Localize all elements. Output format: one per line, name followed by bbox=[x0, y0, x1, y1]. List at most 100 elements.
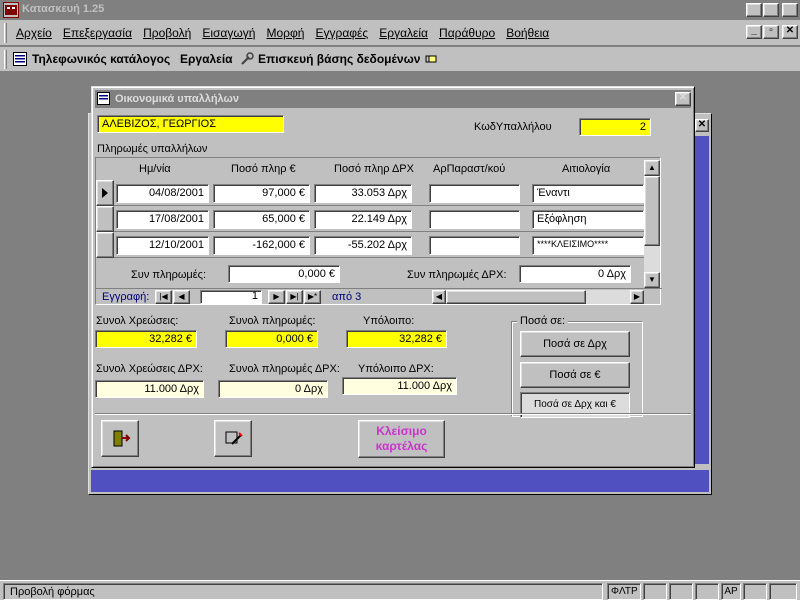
balance-drx-field[interactable]: 11.000 Δρχ bbox=[342, 377, 457, 395]
payment-date[interactable]: 04/08/2001 bbox=[116, 184, 209, 203]
payment-eur[interactable]: -162,000 € bbox=[213, 236, 310, 255]
scroll-right-button[interactable]: ▶ bbox=[630, 290, 644, 304]
scroll-down-button[interactable]: ▼ bbox=[644, 272, 660, 288]
payment-reason[interactable]: ****ΚΛΕΙΣΙΜΟ**** bbox=[532, 236, 644, 255]
menu-records[interactable]: Εγγραφές bbox=[311, 26, 372, 40]
total-payments-drx-field[interactable]: 0 Δρχ bbox=[218, 380, 328, 398]
close-card-line-1: Κλείσιμο bbox=[376, 424, 427, 438]
background-form-close-button[interactable]: ✕ bbox=[695, 119, 709, 132]
payment-drx[interactable]: -55.202 Δρχ bbox=[314, 236, 412, 255]
payment-reason[interactable]: Εξόφληση bbox=[532, 210, 644, 229]
total-payments-drx-label: Συνολ πληρωμές ΔΡΧ: bbox=[229, 363, 340, 375]
table-row[interactable]: 17/08/2001 65,000 € 22.149 Δρχ Εξόφληση bbox=[96, 206, 644, 232]
toolbar-repair-db[interactable]: Επισκευή βάσης δεδομένων bbox=[258, 52, 420, 66]
total-payments-field[interactable]: 0,000 € bbox=[225, 330, 318, 348]
close-card-button[interactable]: Κλείσιμο καρτέλας bbox=[358, 420, 445, 458]
form-close-button[interactable]: ✕ bbox=[675, 92, 691, 106]
form-title-bar: Οικονομικά υπαλλήλων ✕ bbox=[95, 90, 691, 108]
payment-doc-number[interactable] bbox=[429, 184, 520, 203]
status-caps: ΑΡ bbox=[721, 583, 741, 600]
record-number-field[interactable]: 1 bbox=[200, 290, 262, 304]
app-restore-button[interactable]: ▫ bbox=[763, 3, 779, 17]
record-of-count: από 3 bbox=[332, 291, 362, 303]
total-charges-drx-field[interactable]: 11.000 Δρχ bbox=[95, 380, 204, 398]
menu-insert[interactable]: Εισαγωγή bbox=[198, 26, 259, 40]
status-panel-empty-5 bbox=[769, 583, 797, 600]
payment-date[interactable]: 12/10/2001 bbox=[116, 236, 209, 255]
record-navigation: Εγγραφή: |◀ ◀ 1 ▶ ▶| ▶* από 3 ◀ ▶ bbox=[96, 288, 662, 304]
app-close-button[interactable]: ✕ bbox=[782, 3, 798, 17]
record-selector[interactable] bbox=[96, 232, 114, 258]
app-icon[interactable] bbox=[3, 2, 19, 18]
menu-view[interactable]: Προβολή bbox=[139, 26, 195, 40]
app-minimize-button[interactable]: _ bbox=[746, 3, 762, 17]
sum-payments-field[interactable]: 0,000 € bbox=[228, 265, 340, 283]
payment-doc-number[interactable] bbox=[429, 210, 520, 229]
toolbar-tools[interactable]: Εργαλεία bbox=[180, 52, 233, 66]
eraser-icon[interactable] bbox=[425, 53, 437, 68]
edit-record-button[interactable] bbox=[214, 420, 252, 457]
total-charges-drx-label: Συνολ Χρεώσεις ΔΡΧ: bbox=[96, 363, 203, 375]
menu-window[interactable]: Παράθυρο bbox=[435, 26, 499, 40]
next-record-button[interactable]: ▶ bbox=[268, 290, 285, 304]
toolbar: Τηλεφωνικός κατάλογος Εργαλεία Επισκευή … bbox=[0, 47, 800, 72]
total-payments-label: Συνολ πληρωμές: bbox=[229, 315, 316, 327]
toolbar-phonebook[interactable]: Τηλεφωνικός κατάλογος bbox=[32, 52, 170, 66]
payment-drx[interactable]: 22.149 Δρχ bbox=[314, 210, 412, 229]
total-charges-label: Συνολ Χρεώσεις: bbox=[96, 315, 179, 327]
doc-minimize-button[interactable]: _ bbox=[746, 25, 762, 39]
form-icon bbox=[13, 52, 27, 69]
subform-vertical-scrollbar[interactable]: ▲ ▼ bbox=[644, 160, 660, 288]
form-window: Οικονομικά υπαλλήλων ✕ ΑΛΕΒΙΖΟΣ, ΓΕΩΡΓΙΟ… bbox=[91, 86, 695, 468]
menu-edit[interactable]: Επεξεργασία bbox=[59, 26, 136, 40]
first-record-button[interactable]: |◀ bbox=[155, 290, 172, 304]
amounts-drx-button[interactable]: Ποσά σε Δρχ bbox=[520, 331, 630, 357]
payment-doc-number[interactable] bbox=[429, 236, 520, 255]
balance-drx-label: Υπόλοιπο ΔΡΧ: bbox=[358, 363, 434, 375]
menu-tools[interactable]: Εργαλεία bbox=[375, 26, 432, 40]
doc-restore-button[interactable]: ▫ bbox=[763, 25, 779, 39]
amounts-eur-button[interactable]: Ποσά σε € bbox=[520, 362, 630, 388]
new-record-button[interactable]: ▶* bbox=[304, 290, 321, 304]
employee-id-field[interactable]: 2 bbox=[579, 118, 651, 136]
status-panel-empty-1 bbox=[643, 583, 667, 600]
col-header-eur: Ποσό πληρ € bbox=[231, 163, 296, 175]
exit-button[interactable] bbox=[101, 420, 139, 457]
total-charges-field[interactable]: 32,282 € bbox=[95, 330, 197, 348]
record-selector[interactable] bbox=[96, 180, 114, 206]
table-row[interactable]: 12/10/2001 -162,000 € -55.202 Δρχ ****ΚΛ… bbox=[96, 232, 644, 258]
menu-help[interactable]: Βοήθεια bbox=[502, 26, 553, 40]
scroll-left-button[interactable]: ◀ bbox=[432, 290, 446, 304]
record-selector[interactable] bbox=[96, 206, 114, 232]
edit-pencil-icon bbox=[224, 429, 244, 452]
sum-payments-label: Συν πληρωμές: bbox=[131, 269, 207, 281]
status-panel-empty-4 bbox=[743, 583, 767, 600]
prev-record-button[interactable]: ◀ bbox=[173, 290, 190, 304]
col-header-date: Ημ/νία bbox=[139, 163, 171, 175]
subform-horizontal-scrollbar[interactable]: ◀ ▶ bbox=[432, 290, 644, 304]
status-panel-empty-2 bbox=[669, 583, 693, 600]
menu-format[interactable]: Μορφή bbox=[262, 26, 308, 40]
payments-subform: Ημ/νία Ποσό πληρ € Ποσό πληρ ΔΡΧ ΑρΠαρασ… bbox=[95, 157, 662, 305]
payment-eur[interactable]: 65,000 € bbox=[213, 210, 310, 229]
status-panel-empty-3 bbox=[695, 583, 719, 600]
balance-field[interactable]: 32,282 € bbox=[346, 330, 447, 348]
wrench-icon bbox=[240, 52, 254, 69]
payment-eur[interactable]: 97,000 € bbox=[213, 184, 310, 203]
scroll-thumb[interactable] bbox=[644, 176, 660, 246]
menu-bar: Αρχείο Επεξεργασία Προβολή Εισαγωγή Μορφ… bbox=[0, 20, 800, 46]
payment-reason[interactable]: Έναντι bbox=[532, 184, 644, 203]
employee-id-label: ΚωδΥπαλλήλου bbox=[474, 121, 552, 133]
h-scroll-thumb[interactable] bbox=[446, 290, 586, 304]
payments-subform-label: Πληρωμές υπαλλήλων bbox=[97, 143, 208, 155]
app-title: Κατασκευή 1.25 bbox=[22, 3, 105, 15]
payment-drx[interactable]: 33.053 Δρχ bbox=[314, 184, 412, 203]
scroll-up-button[interactable]: ▲ bbox=[644, 160, 660, 176]
employee-name-field[interactable]: ΑΛΕΒΙΖΟΣ, ΓΕΩΡΓΙΟΣ bbox=[97, 115, 284, 133]
payment-date[interactable]: 17/08/2001 bbox=[116, 210, 209, 229]
last-record-button[interactable]: ▶| bbox=[286, 290, 303, 304]
sum-payments-drx-field[interactable]: 0 Δρχ bbox=[519, 265, 631, 283]
doc-close-button[interactable]: ✕ bbox=[782, 25, 798, 39]
table-row[interactable]: 04/08/2001 97,000 € 33.053 Δρχ Έναντι bbox=[96, 180, 644, 206]
menu-file[interactable]: Αρχείο bbox=[12, 26, 56, 40]
